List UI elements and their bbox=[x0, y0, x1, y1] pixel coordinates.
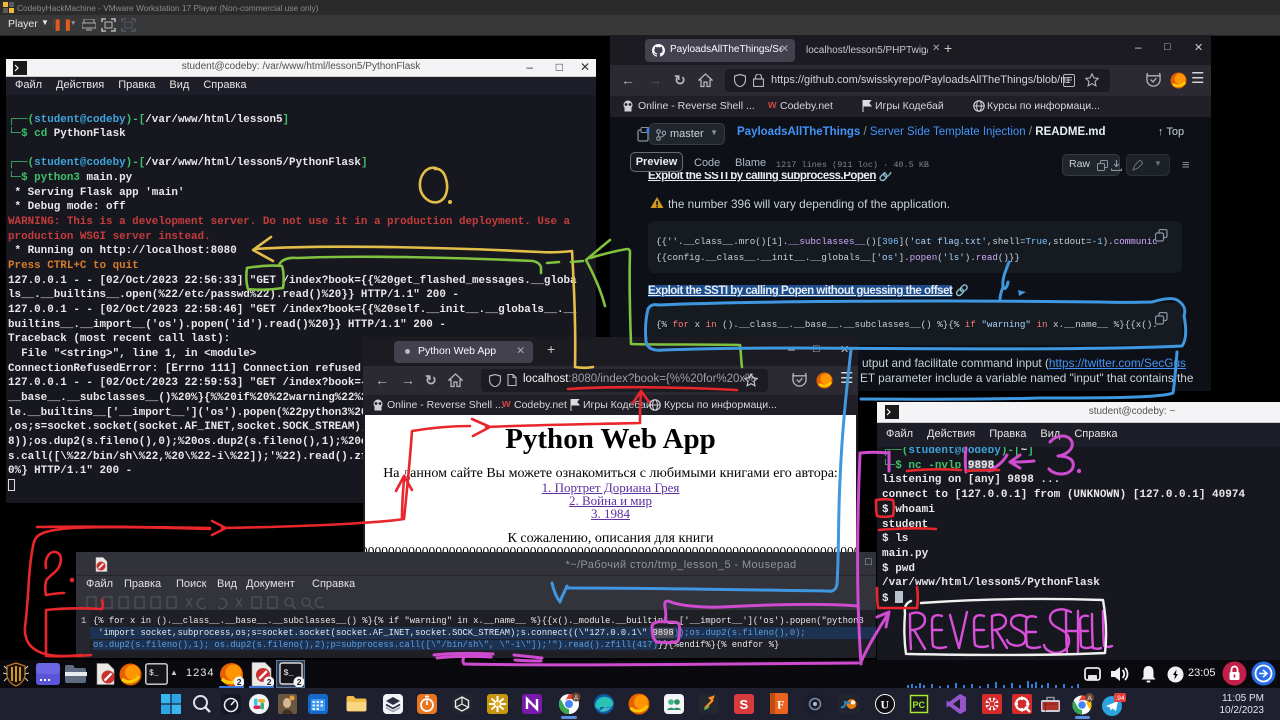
svg-text:2: 2 bbox=[297, 677, 302, 687]
svg-text:U: U bbox=[881, 698, 890, 712]
svg-text:F: F bbox=[777, 698, 784, 712]
svg-text:S: S bbox=[740, 697, 749, 712]
svg-text:A: A bbox=[1087, 695, 1092, 702]
svg-text:.94: .94 bbox=[1116, 695, 1125, 702]
svg-text:$_: $_ bbox=[284, 668, 295, 678]
svg-text:A: A bbox=[574, 695, 579, 702]
svg-text:PC: PC bbox=[913, 700, 926, 710]
svg-text:$_: $_ bbox=[149, 669, 159, 678]
